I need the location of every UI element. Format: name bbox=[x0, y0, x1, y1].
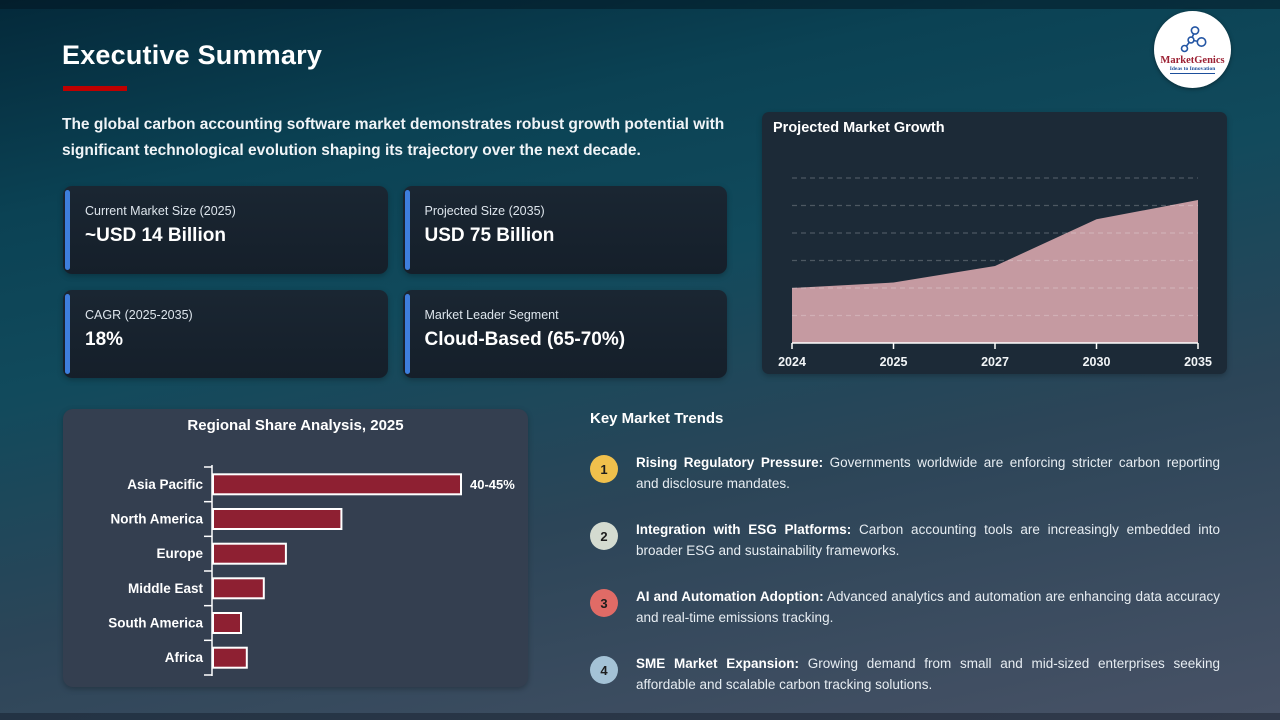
stat-card-leader-segment: Market Leader Segment Cloud-Based (65-70… bbox=[402, 290, 727, 378]
stat-label: Projected Size (2035) bbox=[424, 204, 545, 218]
top-edge-shade bbox=[0, 0, 1280, 9]
svg-text:2030: 2030 bbox=[1083, 355, 1111, 369]
logo-tagline: Ideas to Innovation bbox=[1169, 65, 1216, 74]
page-title: Executive Summary bbox=[62, 40, 323, 70]
stat-accent-bar bbox=[404, 294, 410, 374]
svg-text:North America: North America bbox=[110, 512, 203, 527]
trend-number-badge: 3 bbox=[590, 589, 618, 617]
stat-value: 18% bbox=[85, 329, 124, 350]
stat-accent-bar bbox=[404, 190, 410, 270]
molecule-icon bbox=[1180, 25, 1206, 52]
stat-value: ~USD 14 Billion bbox=[85, 225, 226, 246]
trend-lead: SME Market Expansion: bbox=[636, 656, 799, 671]
growth-chart-panel: 2024 2025 2027 2030 2035 Projected Market Gr… bbox=[762, 112, 1227, 374]
svg-text:2035: 2035 bbox=[1184, 355, 1212, 369]
slide: Executive Summary MarketGenics Ideas to … bbox=[0, 0, 1280, 720]
trend-text: AI and Automation Adoption: Advanced ana… bbox=[636, 586, 1220, 628]
logo: MarketGenics Ideas to Innovation bbox=[1154, 11, 1231, 88]
stat-card-grid: Current Market Size (2025) ~USD 14 Billi… bbox=[63, 186, 727, 378]
regional-chart-title: Regional Share Analysis, 2025 bbox=[187, 417, 404, 434]
title-underline bbox=[63, 86, 127, 91]
trend-text: Rising Regulatory Pressure: Governments … bbox=[636, 452, 1220, 494]
stat-label: CAGR (2025-2035) bbox=[85, 308, 193, 322]
trend-text: Integration with ESG Platforms: Carbon a… bbox=[636, 519, 1220, 561]
intro-text: The global carbon accounting software ma… bbox=[62, 116, 725, 159]
trend-item: 4 SME Market Expansion: Growing demand f… bbox=[590, 653, 1230, 695]
bottom-edge-shade bbox=[0, 713, 1280, 720]
svg-text:Africa: Africa bbox=[165, 650, 204, 665]
key-market-trends: Key Market Trends 1 Rising Regulatory Pr… bbox=[590, 410, 1230, 695]
stat-value: Cloud-Based (65-70%) bbox=[424, 329, 626, 350]
stat-card-projected-size: Projected Size (2035) USD 75 Billion bbox=[402, 186, 727, 274]
stat-card-current-size: Current Market Size (2025) ~USD 14 Billi… bbox=[63, 186, 388, 274]
regional-chart-panel: Asia Pacific 40-45% North America Europe Mid… bbox=[63, 409, 528, 687]
stat-accent-bar bbox=[65, 190, 70, 270]
svg-text:Asia Pacific: Asia Pacific bbox=[127, 477, 203, 492]
trend-text: SME Market Expansion: Growing demand fro… bbox=[636, 653, 1220, 695]
trend-item: 3 AI and Automation Adoption: Advanced a… bbox=[590, 586, 1230, 628]
svg-text:South America: South America bbox=[108, 616, 203, 631]
trend-lead: Rising Regulatory Pressure: bbox=[636, 455, 824, 470]
trend-number-badge: 1 bbox=[590, 455, 618, 483]
stat-label: Current Market Size (2025) bbox=[85, 204, 236, 218]
trend-number-badge: 2 bbox=[590, 522, 618, 550]
logo-brand: MarketGenics bbox=[1160, 54, 1225, 66]
stat-label: Market Leader Segment bbox=[424, 308, 559, 322]
trend-lead: AI and Automation Adoption: bbox=[636, 589, 824, 604]
trends-heading: Key Market Trends bbox=[590, 410, 724, 427]
stat-card-cagr: CAGR (2025-2035) 18% bbox=[63, 290, 388, 378]
growth-chart-title: Projected Market Growth bbox=[773, 120, 945, 136]
stat-value: USD 75 Billion bbox=[424, 225, 555, 246]
trend-item: 2 Integration with ESG Platforms: Carbon… bbox=[590, 519, 1230, 561]
svg-text:Europe: Europe bbox=[156, 546, 203, 561]
svg-text:40-45%: 40-45% bbox=[470, 477, 515, 492]
svg-text:Middle East: Middle East bbox=[128, 581, 204, 596]
trend-item: 1 Rising Regulatory Pressure: Government… bbox=[590, 452, 1230, 494]
svg-text:2024: 2024 bbox=[778, 355, 806, 369]
stat-accent-bar bbox=[65, 294, 70, 374]
regional-chart: Asia Pacific 40-45% North America Europe Mid… bbox=[108, 465, 515, 676]
trend-lead: Integration with ESG Platforms: bbox=[636, 522, 852, 537]
growth-chart: 2024 2025 2027 2030 2035 bbox=[778, 177, 1212, 369]
svg-text:2027: 2027 bbox=[981, 355, 1009, 369]
svg-text:2025: 2025 bbox=[880, 355, 908, 369]
trend-number-badge: 4 bbox=[590, 656, 618, 684]
